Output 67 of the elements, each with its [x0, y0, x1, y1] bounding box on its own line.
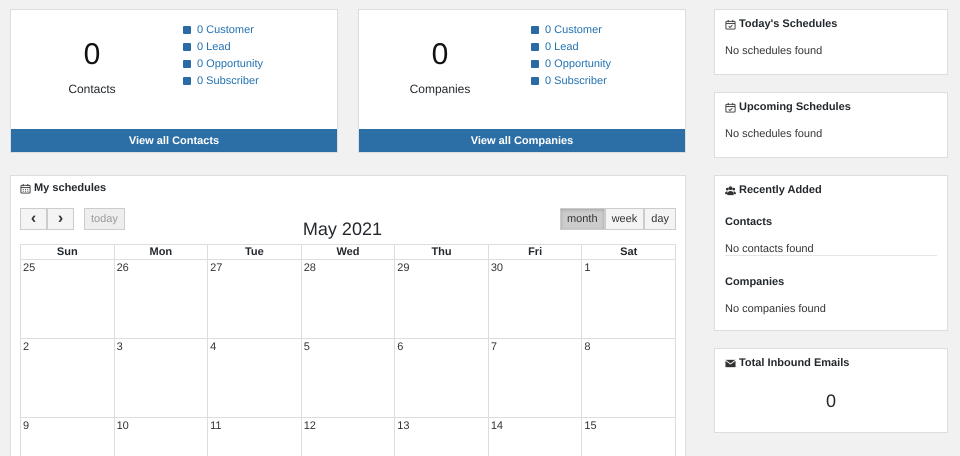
empty-message: No schedules found [725, 128, 824, 140]
breakdown-link[interactable]: 0 Customer [545, 24, 602, 36]
envelope-icon [725, 358, 736, 368]
day-cell[interactable]: 5 [301, 338, 395, 418]
empty-message: No schedules found [725, 45, 824, 57]
breakdown-link[interactable]: 0 Lead [197, 41, 231, 53]
section-heading: Contacts [725, 216, 774, 228]
weekday-header: Sun [20, 244, 114, 260]
users-icon [725, 184, 736, 196]
prev-button[interactable]: ‹ [20, 208, 47, 230]
empty-message: No contacts found [725, 243, 815, 255]
square-icon [183, 77, 191, 85]
month-title: May 2021 [302, 218, 382, 240]
day-cell[interactable]: 9 [20, 418, 114, 456]
stat-label: Contacts [68, 82, 116, 96]
view-button[interactable]: week [604, 208, 644, 230]
day-cell[interactable]: 30 [488, 260, 582, 338]
panel-title: My schedules [34, 182, 106, 194]
square-icon [183, 60, 191, 68]
calendar-check-icon [725, 18, 736, 30]
stat-label: Companies [410, 82, 470, 96]
day-cell[interactable]: 8 [582, 338, 676, 418]
breakdown-link[interactable]: 0 Lead [545, 41, 579, 53]
square-icon [183, 43, 191, 51]
next-button[interactable]: › [47, 208, 74, 230]
breakdown-link[interactable]: 0 Subscriber [197, 75, 259, 87]
day-cell[interactable]: 2 [20, 338, 114, 418]
day-cell[interactable]: 6 [394, 338, 488, 418]
day-cell[interactable]: 7 [488, 338, 582, 418]
calendar-check-icon [725, 102, 736, 112]
weekday-header: Mon [114, 244, 208, 260]
weekday-header: Fri [488, 244, 582, 260]
panel-title: Recently Added [739, 184, 822, 196]
view-all-button[interactable]: View all Companies [359, 129, 685, 152]
day-cell[interactable]: 29 [394, 260, 488, 338]
empty-message: No companies found [725, 303, 827, 315]
day-cell[interactable]: 27 [208, 260, 302, 338]
breakdown-link[interactable]: 0 Customer [197, 24, 254, 36]
panel-title: Total Inbound Emails [739, 357, 850, 369]
square-icon [531, 60, 539, 68]
stat-count: 0 [432, 38, 448, 72]
calendar-icon [20, 182, 31, 194]
square-icon [531, 43, 539, 51]
day-cell[interactable]: 25 [20, 260, 114, 338]
day-cell[interactable]: 28 [301, 260, 395, 338]
section-heading: Companies [725, 276, 786, 288]
view-button[interactable]: month [560, 208, 605, 230]
day-cell[interactable]: 3 [114, 338, 208, 418]
panel-title: Upcoming Schedules [739, 101, 851, 113]
breakdown-link[interactable]: 0 Opportunity [545, 58, 612, 70]
view-all-button[interactable]: View all Contacts [11, 129, 337, 152]
day-cell[interactable]: 26 [114, 260, 208, 338]
square-icon [531, 77, 539, 85]
square-icon [531, 26, 539, 34]
breakdown-link[interactable]: 0 Subscriber [545, 75, 607, 87]
day-cell[interactable]: 1 [582, 260, 676, 338]
view-button[interactable]: day [644, 208, 676, 230]
breakdown-link[interactable]: 0 Opportunity [197, 58, 264, 70]
weekday-header: Tue [208, 244, 302, 260]
weekday-header: Thu [394, 244, 488, 260]
stat-count: 0 [84, 38, 100, 72]
weekday-header: Wed [301, 244, 395, 260]
weekday-header: Sat [582, 244, 676, 260]
day-cell[interactable]: 4 [208, 338, 302, 418]
email-count: 0 [824, 391, 837, 412]
panel-title: Today's Schedules [739, 18, 838, 30]
square-icon [183, 26, 191, 34]
